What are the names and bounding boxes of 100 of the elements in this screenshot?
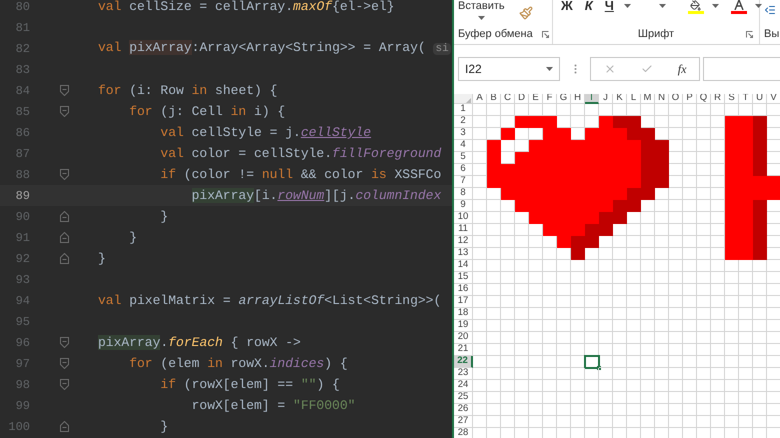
row-header[interactable]: 20	[454, 332, 473, 344]
group-label: Буфер обмена	[458, 27, 533, 42]
column-header[interactable]: H	[571, 94, 585, 104]
row-header[interactable]: 13	[454, 248, 473, 260]
fold-marker-icon[interactable]	[60, 169, 68, 180]
column-header[interactable]: J	[599, 94, 613, 104]
column-header[interactable]: D	[515, 94, 529, 104]
caret-icon[interactable]	[658, 4, 666, 8]
caret-icon[interactable]	[624, 4, 631, 8]
font-color-icon[interactable]	[734, 0, 744, 10]
column-header[interactable]: S	[725, 94, 739, 104]
caret-icon[interactable]	[754, 4, 762, 8]
paste-button[interactable]: Вставить	[458, 0, 505, 12]
line-number: 89	[16, 188, 30, 204]
row-header[interactable]: 8	[454, 188, 473, 200]
row-header[interactable]: 11	[454, 224, 473, 236]
row-header[interactable]: 19	[454, 320, 473, 332]
row-header[interactable]: 5	[454, 152, 473, 164]
caret-icon[interactable]	[478, 16, 485, 20]
fold-marker-icon[interactable]	[60, 379, 68, 390]
row-header[interactable]: 24	[454, 380, 473, 392]
row-header[interactable]: 9	[454, 200, 473, 212]
column-header[interactable]: I	[585, 94, 599, 104]
column-header[interactable]: E	[529, 94, 543, 104]
caret-icon[interactable]	[712, 4, 719, 8]
worksheet-grid[interactable]	[473, 104, 780, 438]
line-number: 83	[16, 62, 30, 78]
fold-marker-icon[interactable]	[60, 421, 68, 432]
code-line: for (elem in rowX.indices) {	[129, 355, 348, 373]
column-header[interactable]: V	[767, 94, 780, 104]
fold-marker-icon[interactable]	[60, 232, 68, 243]
fold-marker-icon[interactable]	[60, 85, 68, 96]
line-number: 84	[16, 82, 30, 100]
code-line: val color = cellStyle.fillForeground	[160, 145, 442, 163]
row-header[interactable]: 22	[454, 356, 473, 368]
column-header[interactable]: A	[473, 94, 487, 104]
fold-marker-icon[interactable]	[60, 211, 68, 222]
fold-marker-icon[interactable]	[60, 337, 68, 348]
code-line: if (rowX[elem] == "") {	[160, 376, 340, 394]
column-header[interactable]: P	[683, 94, 697, 104]
line-number: 91	[16, 230, 30, 246]
dialog-launcher-icon[interactable]	[542, 30, 549, 38]
code-line: if (color != null && color is XSSFCo	[160, 166, 442, 184]
column-header[interactable]: T	[739, 94, 753, 104]
row-header[interactable]: 4	[454, 140, 473, 152]
format-button[interactable]: Ч	[602, 0, 616, 12]
row-header[interactable]: 6	[454, 164, 473, 176]
column-header[interactable]: M	[641, 94, 655, 104]
row-header[interactable]: 21	[454, 344, 473, 356]
row-header[interactable]: 23	[454, 368, 473, 380]
line-number: 86	[16, 124, 30, 142]
column-header[interactable]: Q	[697, 94, 711, 104]
line-number: 98	[16, 376, 30, 394]
dialog-launcher-icon[interactable]	[746, 30, 754, 38]
row-header[interactable]: 14	[454, 260, 473, 272]
row-header[interactable]: 10	[454, 212, 473, 224]
row-header[interactable]: 26	[454, 404, 473, 416]
paintbrush-icon[interactable]	[518, 6, 533, 20]
row-header[interactable]: 28	[454, 428, 473, 438]
code-line: rowX[elem] = "FF0000"	[192, 397, 356, 415]
fold-marker-icon[interactable]	[60, 358, 68, 369]
indent-icon[interactable]	[764, 4, 776, 16]
select-all-icon[interactable]	[466, 98, 471, 103]
row-header[interactable]: 7	[454, 176, 473, 188]
line-number: 97	[16, 356, 30, 372]
row-header[interactable]: 3	[454, 128, 473, 140]
column-header[interactable]: U	[753, 94, 767, 104]
row-header[interactable]: 25	[454, 392, 473, 404]
row-header[interactable]: 27	[454, 416, 473, 428]
more-options-icon[interactable]	[574, 64, 577, 74]
row-header[interactable]: 17	[454, 296, 473, 308]
caret-icon[interactable]	[546, 67, 553, 72]
column-header[interactable]: G	[557, 94, 571, 104]
code-line: for (i: Row in sheet) {	[98, 82, 278, 100]
format-button[interactable]: К	[582, 0, 595, 12]
formula-input[interactable]	[703, 57, 780, 82]
row-header[interactable]: 1	[454, 104, 473, 116]
cancel-icon[interactable]	[604, 63, 616, 76]
line-number: 90	[16, 208, 30, 226]
name-box[interactable]: I22	[458, 57, 560, 82]
column-header[interactable]: L	[627, 94, 641, 104]
insert-function-button[interactable]: fx	[678, 60, 686, 78]
column-header[interactable]: R	[711, 94, 725, 104]
column-header[interactable]: O	[669, 94, 683, 104]
row-header[interactable]: 12	[454, 236, 473, 248]
column-header[interactable]: C	[501, 94, 515, 104]
row-header[interactable]: 15	[454, 272, 473, 284]
column-header[interactable]: F	[543, 94, 557, 104]
column-header[interactable]: N	[655, 94, 669, 104]
fold-marker-icon[interactable]	[60, 253, 68, 264]
row-header[interactable]: 18	[454, 308, 473, 320]
column-header[interactable]: K	[613, 94, 627, 104]
fold-marker-icon[interactable]	[60, 106, 68, 117]
code-line: pixArray[i.rowNum][j.columnIndex	[192, 187, 442, 205]
fill-color-icon[interactable]	[690, 0, 702, 11]
format-button[interactable]: Ж	[559, 0, 575, 12]
group-label: Вы	[764, 27, 780, 42]
row-header[interactable]: 16	[454, 284, 473, 296]
column-header[interactable]: B	[487, 94, 501, 104]
row-header[interactable]: 2	[454, 116, 473, 128]
